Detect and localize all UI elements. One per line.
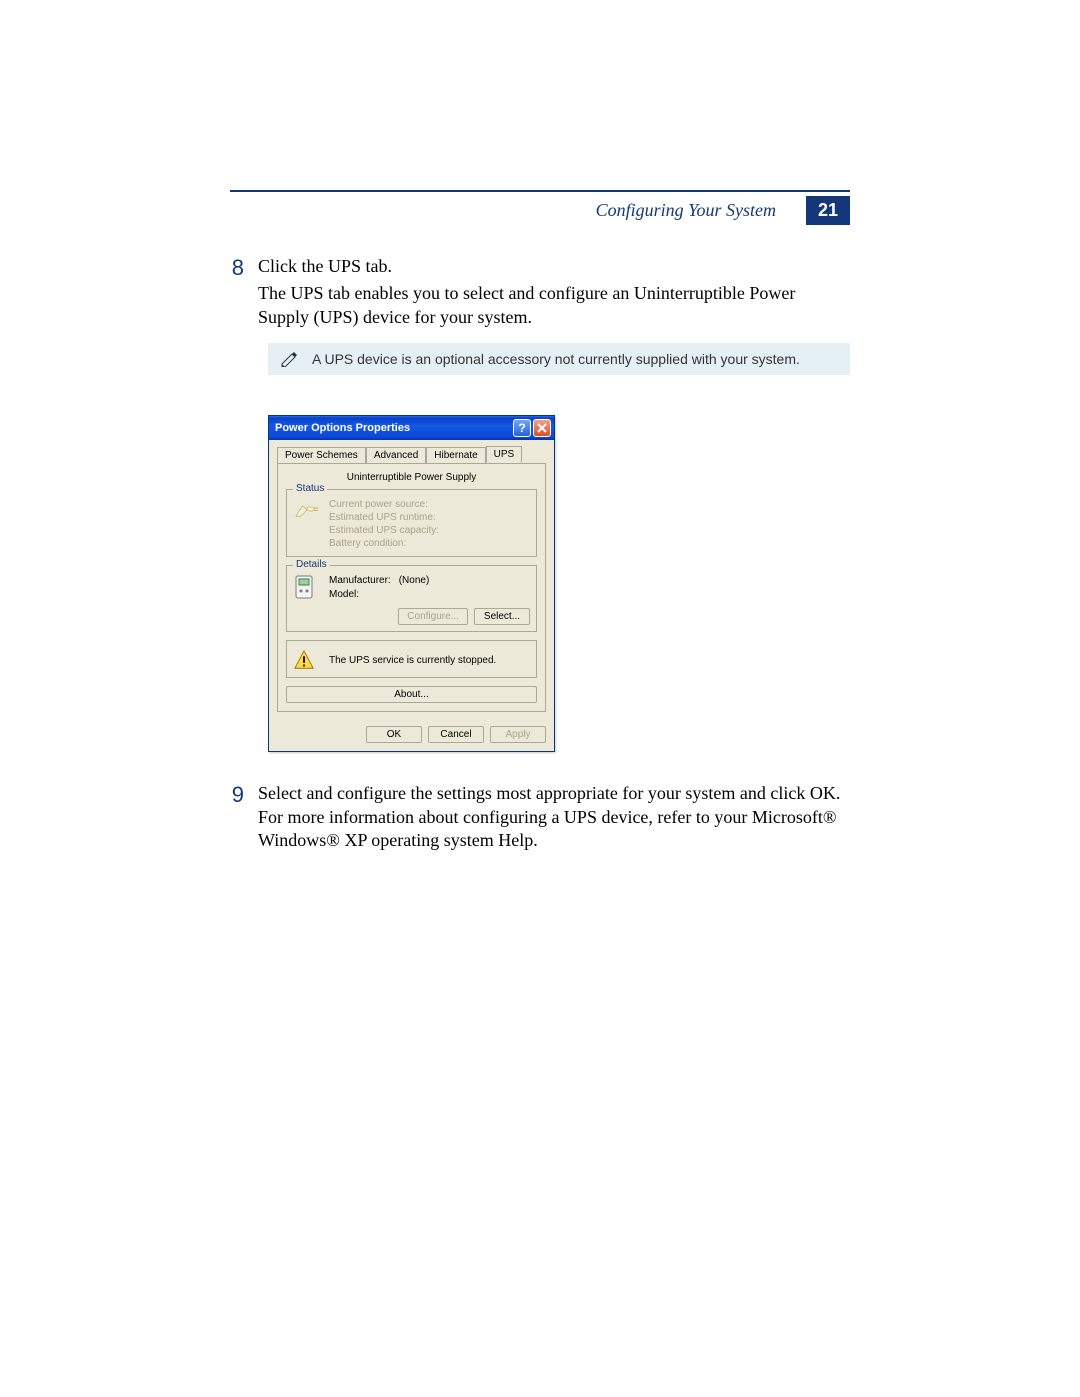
close-icon <box>537 423 547 433</box>
manufacturer-value: (None) <box>399 574 430 588</box>
pencil-note-icon <box>280 351 302 367</box>
dialog-tabs: Power Schemes Advanced Hibernate UPS <box>277 446 546 464</box>
help-button[interactable]: ? <box>513 419 531 437</box>
step-9: 9 Select and configure the settings most… <box>230 782 850 856</box>
note-callout: A UPS device is an optional accessory no… <box>268 343 850 375</box>
status-line-3: Estimated UPS capacity: <box>329 524 439 537</box>
step-number: 8 <box>230 255 244 333</box>
tab-ups[interactable]: UPS <box>486 446 523 463</box>
power-options-dialog: Power Options Properties ? Power Schemes… <box>268 415 555 752</box>
ok-button[interactable]: OK <box>366 726 422 743</box>
manufacturer-label: Manufacturer: <box>329 574 391 588</box>
about-button[interactable]: About... <box>286 686 537 703</box>
status-line-4: Battery condition: <box>329 537 439 550</box>
ups-tab-panel: Uninterruptible Power Supply Status <box>277 463 546 712</box>
page-number: 21 <box>806 196 850 225</box>
tab-power-schemes[interactable]: Power Schemes <box>277 447 366 464</box>
status-group: Status Current p <box>286 489 537 557</box>
warning-text: The UPS service is currently stopped. <box>329 655 496 666</box>
status-line-2: Estimated UPS runtime: <box>329 511 439 524</box>
ups-device-icon <box>293 574 315 600</box>
details-legend: Details <box>293 559 330 570</box>
warning-icon <box>293 649 315 671</box>
select-button[interactable]: Select... <box>474 608 530 625</box>
note-text: A UPS device is an optional accessory no… <box>312 351 800 367</box>
model-label: Model: <box>329 588 359 602</box>
step-8: 8 Click the UPS tab. The UPS tab enables… <box>230 255 850 333</box>
warning-group: The UPS service is currently stopped. <box>286 640 537 678</box>
plug-icon <box>293 498 319 522</box>
ups-subheader: Uninterruptible Power Supply <box>286 472 537 483</box>
close-button[interactable] <box>533 419 551 437</box>
step8-line2: The UPS tab enables you to select and co… <box>258 282 850 329</box>
status-line-1: Current power source: <box>329 498 439 511</box>
section-title: Configuring Your System <box>596 200 776 221</box>
step-number: 9 <box>230 782 244 856</box>
dialog-title: Power Options Properties <box>275 422 511 434</box>
tab-advanced[interactable]: Advanced <box>366 447 426 464</box>
step9-text: Select and configure the settings most a… <box>258 782 850 852</box>
details-group: Details <box>286 565 537 632</box>
tab-hibernate[interactable]: Hibernate <box>426 447 485 464</box>
step8-line1: Click the UPS tab. <box>258 255 850 278</box>
status-legend: Status <box>293 483 327 494</box>
dialog-titlebar[interactable]: Power Options Properties ? <box>269 416 554 440</box>
cancel-button[interactable]: Cancel <box>428 726 484 743</box>
configure-button[interactable]: Configure... <box>398 608 468 625</box>
page-header: Configuring Your System 21 <box>230 0 850 225</box>
apply-button[interactable]: Apply <box>490 726 546 743</box>
